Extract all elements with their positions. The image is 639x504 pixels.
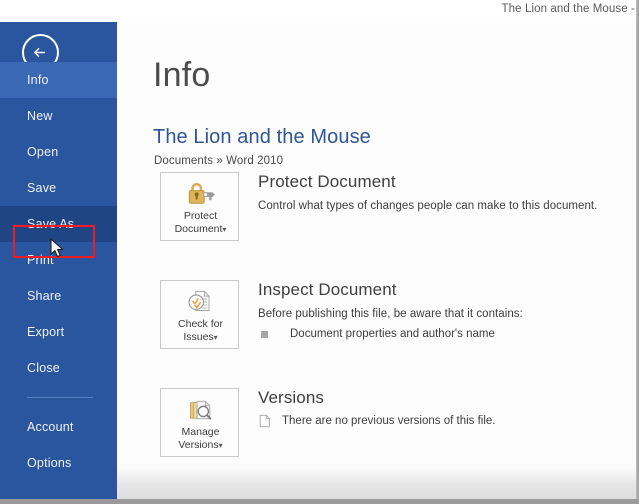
backstage-main-panel: Info The Lion and the Mouse Documents » … bbox=[117, 22, 636, 504]
word-backstage-info-screen: The Lion and the Mouse - Info New Open S… bbox=[0, 0, 639, 504]
sidebar-item-label: Save bbox=[27, 181, 57, 195]
sidebar-item-label: Info bbox=[27, 73, 49, 87]
sidebar-item-label: Share bbox=[27, 289, 62, 303]
protect-document-caret-icon[interactable]: ▾ bbox=[222, 225, 226, 234]
inspect-document-body: Inspect Document Before publishing this … bbox=[258, 280, 630, 342]
versions-note-row: There are no previous versions of this f… bbox=[258, 414, 630, 433]
inspect-document-heading: Inspect Document bbox=[258, 280, 397, 299]
manage-versions-caret-icon[interactable]: ▾ bbox=[219, 441, 223, 450]
inspect-document-icon bbox=[161, 286, 240, 316]
sidebar-item-open[interactable]: Open bbox=[0, 134, 117, 170]
sidebar-item-label: Open bbox=[27, 145, 59, 159]
manage-versions-label-line2: Versions bbox=[178, 439, 219, 451]
sidebar-item-save[interactable]: Save bbox=[0, 170, 117, 206]
versions-heading: Versions bbox=[258, 388, 325, 407]
check-for-issues-button[interactable]: Check for Issues▾ bbox=[160, 280, 239, 349]
sidebar-item-info[interactable]: Info bbox=[0, 62, 117, 98]
manage-versions-label-line1: Manage bbox=[181, 426, 220, 438]
manage-versions-button[interactable]: Manage Versions▾ bbox=[160, 388, 239, 457]
sidebar-item-share[interactable]: Share bbox=[0, 278, 117, 314]
sidebar-item-close[interactable]: Close bbox=[0, 350, 117, 386]
versions-note-text: There are no previous versions of this f… bbox=[282, 415, 496, 427]
sidebar-item-account[interactable]: Account bbox=[0, 409, 117, 445]
protect-document-label-line1: Protect bbox=[183, 210, 218, 222]
check-for-issues-label-line2: Issues bbox=[183, 331, 214, 343]
sidebar-item-label: Options bbox=[27, 456, 72, 470]
check-for-issues-label-line1: Check for bbox=[178, 318, 223, 330]
protect-document-body: Protect Document Control what types of c… bbox=[258, 172, 630, 214]
sidebar-divider bbox=[27, 397, 93, 398]
lock-key-icon bbox=[161, 178, 240, 208]
protect-document-description: Control what types of changes people can… bbox=[258, 200, 598, 212]
document-path-breadcrumb: Documents » Word 2010 bbox=[154, 155, 284, 167]
panel-bottom-gradient bbox=[117, 467, 636, 499]
sidebar-item-label: Close bbox=[27, 361, 60, 375]
sidebar-item-save-as[interactable]: Save As bbox=[0, 206, 117, 242]
protect-document-label: Protect Document▾ bbox=[161, 210, 240, 236]
versions-body: Versions There are no previous versions … bbox=[258, 388, 630, 433]
sidebar-nav-list: Info New Open Save Save As Print Share E… bbox=[0, 62, 117, 481]
protect-document-button[interactable]: Protect Document▾ bbox=[160, 172, 239, 241]
manage-versions-icon bbox=[161, 394, 240, 424]
sidebar-item-label: Export bbox=[27, 325, 65, 339]
window-title: The Lion and the Mouse - bbox=[501, 3, 635, 15]
sidebar-item-options[interactable]: Options bbox=[0, 445, 117, 481]
inspect-document-bullet-row: Document properties and author's name bbox=[258, 327, 630, 342]
window-bottom-border bbox=[0, 499, 639, 504]
document-title: The Lion and the Mouse bbox=[153, 126, 371, 148]
backstage-sidebar: Info New Open Save Save As Print Share E… bbox=[0, 22, 117, 504]
document-page-icon bbox=[259, 414, 271, 433]
square-bullet-icon bbox=[261, 331, 268, 338]
sidebar-item-label: Account bbox=[27, 420, 74, 434]
sidebar-item-new[interactable]: New bbox=[0, 98, 117, 134]
sidebar-item-label: New bbox=[27, 109, 53, 123]
protect-document-heading: Protect Document bbox=[258, 172, 396, 191]
protect-document-label-line2: Document bbox=[174, 223, 223, 235]
sidebar-item-print[interactable]: Print bbox=[0, 242, 117, 278]
page-title: Info bbox=[153, 56, 211, 94]
sidebar-item-label: Print bbox=[27, 253, 54, 267]
sidebar-item-export[interactable]: Export bbox=[0, 314, 117, 350]
title-bar: The Lion and the Mouse - bbox=[0, 0, 639, 22]
inspect-document-bullet-text: Document properties and author's name bbox=[290, 328, 495, 340]
check-for-issues-caret-icon[interactable]: ▾ bbox=[214, 333, 218, 342]
inspect-document-description: Before publishing this file, be aware th… bbox=[258, 308, 523, 320]
manage-versions-label: Manage Versions▾ bbox=[161, 426, 240, 452]
check-for-issues-label: Check for Issues▾ bbox=[161, 318, 240, 344]
sidebar-item-label: Save As bbox=[27, 217, 75, 231]
